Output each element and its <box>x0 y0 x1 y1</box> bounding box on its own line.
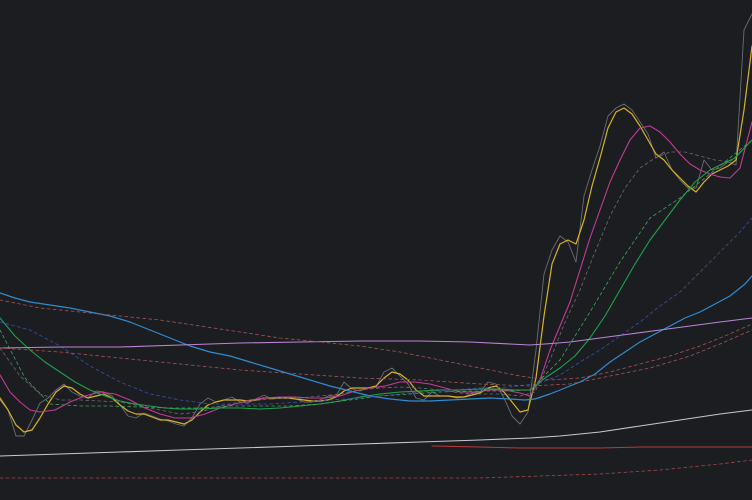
chart-background <box>0 0 752 500</box>
line-chart <box>0 0 752 500</box>
chart-area <box>0 0 752 500</box>
